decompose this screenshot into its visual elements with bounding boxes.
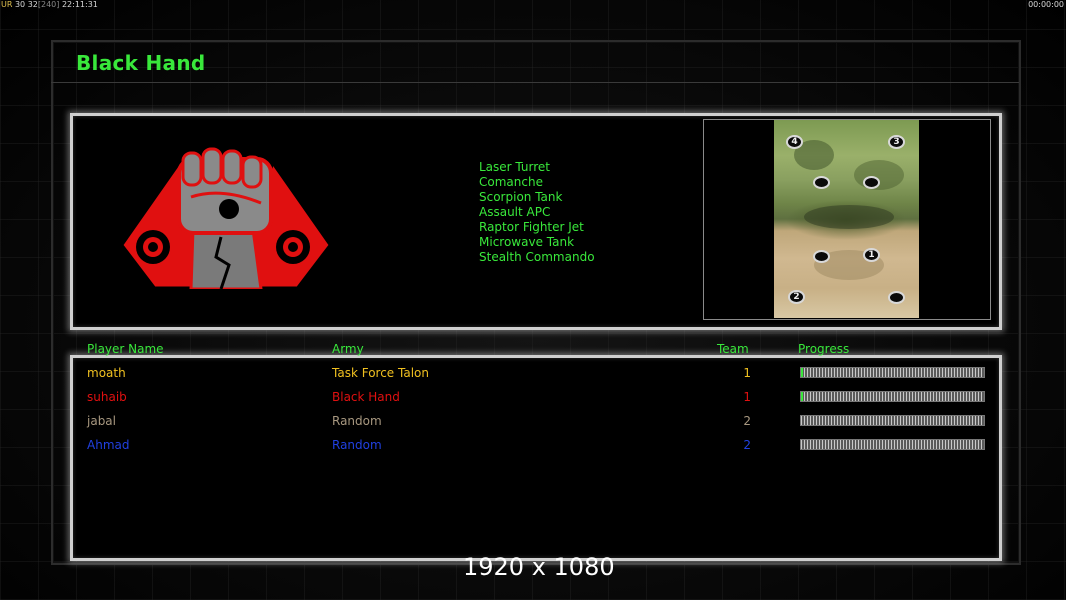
player-army: Task Force Talon — [332, 366, 429, 380]
progress-fill — [801, 368, 803, 377]
unit-item: Laser Turret — [479, 160, 551, 174]
progress-fill — [801, 392, 803, 401]
column-army: Army — [332, 342, 364, 356]
player-name: Ahmad — [87, 438, 130, 452]
hud-stats: UR 30 32[240] 22:11:31 — [1, 0, 98, 9]
unit-item: Scorpion Tank — [479, 190, 563, 204]
player-row: suhaib Black Hand 1 — [87, 390, 987, 410]
player-team: 2 — [743, 414, 751, 428]
black-hand-logo-icon — [122, 147, 330, 289]
player-row: jabal Random 2 — [87, 414, 987, 434]
player-team: 2 — [743, 438, 751, 452]
progress-bar — [800, 367, 985, 378]
player-team: 1 — [743, 366, 751, 380]
start-spot — [813, 176, 830, 189]
progress-bar — [800, 391, 985, 402]
progress-bar — [800, 439, 985, 450]
hud-fps: 30 32 — [14, 0, 38, 9]
unit-item: Assault APC — [479, 205, 551, 219]
start-spot — [888, 291, 905, 304]
progress-bar — [800, 415, 985, 426]
unit-item: Stealth Commando — [479, 250, 595, 264]
player-army: Random — [332, 414, 382, 428]
column-team: Team — [717, 342, 749, 356]
player-row: moath Task Force Talon 1 — [87, 366, 987, 386]
hud-clock: 22:11:31 — [61, 0, 98, 9]
player-army: Random — [332, 438, 382, 452]
map-preview: 4 3 1 2 — [774, 120, 919, 318]
player-team: 1 — [743, 390, 751, 404]
unit-item: Microwave Tank — [479, 235, 575, 249]
player-name: jabal — [87, 414, 116, 428]
column-player-name: Player Name — [87, 342, 164, 356]
hud-label: UR — [1, 0, 13, 9]
unit-list: Laser Turret Comanche Scorpion Tank Assa… — [479, 160, 595, 265]
player-row: Ahmad Random 2 — [87, 438, 987, 458]
player-name: suhaib — [87, 390, 127, 404]
start-position-marker: 2 — [788, 290, 805, 304]
player-army: Black Hand — [332, 390, 400, 404]
start-spot — [863, 176, 880, 189]
start-position-marker: 3 — [888, 135, 905, 149]
unit-item: Comanche — [479, 175, 543, 189]
player-name: moath — [87, 366, 126, 380]
resolution-label: 1920 x 1080 — [463, 553, 615, 581]
start-spot — [813, 250, 830, 263]
start-position-marker: 4 — [786, 135, 803, 149]
hud-timer: 00:00:00 — [1028, 0, 1064, 9]
column-progress: Progress — [798, 342, 850, 356]
unit-item: Raptor Fighter Jet — [479, 220, 584, 234]
faction-title: Black Hand — [76, 51, 206, 75]
start-position-marker: 1 — [863, 248, 880, 262]
hud-frames: [240] — [37, 0, 60, 9]
